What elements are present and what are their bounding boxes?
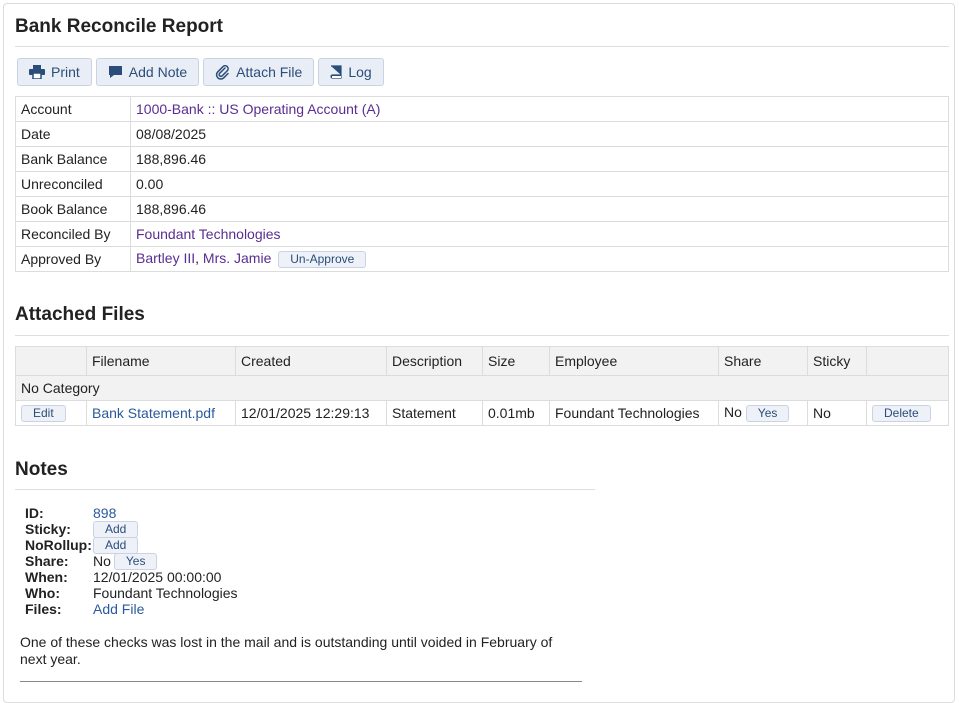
book-balance-row: Book Balance 188,896.46	[15, 196, 949, 222]
category-label: No Category	[15, 375, 949, 401]
bank-balance-value: 188,896.46	[130, 146, 949, 172]
reconcile-details-table: Account 1000-Bank :: US Operating Accoun…	[15, 96, 949, 272]
approver-separator: ,	[195, 250, 203, 267]
unreconciled-value: 0.00	[130, 171, 949, 197]
note-who-row: Who: Foundant Technologies	[25, 585, 238, 601]
note-when-row: When: 12/01/2025 00:00:00	[25, 569, 238, 585]
print-button[interactable]: Print	[17, 58, 92, 86]
note-share-label: Share:	[25, 553, 69, 569]
edit-file-button[interactable]: Edit	[21, 404, 66, 422]
attached-files-title: Attached Files	[15, 304, 145, 325]
note-share-row: Share: No Yes	[25, 552, 238, 570]
note-id-link[interactable]: 898	[93, 505, 116, 521]
file-sticky-value: No	[807, 400, 867, 426]
norollup-add-button[interactable]: Add	[93, 536, 139, 554]
add-note-label: Add Note	[128, 64, 188, 80]
note-id-label: ID:	[25, 505, 44, 521]
date-label: Date	[15, 121, 131, 147]
header-description: Description	[386, 346, 483, 376]
attached-files-divider	[15, 335, 949, 336]
bank-balance-label: Bank Balance	[15, 146, 131, 172]
share-yes-button[interactable]: Yes	[745, 404, 790, 422]
approved-by-row: Approved By Bartley III, Mrs. Jamie Un-A…	[15, 246, 949, 272]
notes-divider	[15, 489, 595, 490]
comment-icon	[108, 65, 123, 79]
print-label: Print	[51, 64, 80, 80]
notes-title: Notes	[15, 459, 68, 480]
sticky-add-button[interactable]: Add	[93, 520, 139, 538]
date-value: 08/08/2025	[130, 121, 949, 147]
add-note-button[interactable]: Add Note	[95, 58, 200, 86]
note-share-value: No	[93, 553, 111, 569]
action-toolbar: Print Add Note Attach File Log	[17, 58, 384, 86]
header-actions	[15, 346, 87, 376]
table-row: Edit Bank Statement.pdf 12/01/2025 12:29…	[15, 400, 949, 426]
attached-files-table: Filename Created Description Size Employ…	[15, 346, 949, 426]
file-created: 12/01/2025 12:29:13	[235, 400, 387, 426]
account-row: Account 1000-Bank :: US Operating Accoun…	[15, 96, 949, 122]
note-who-value: Foundant Technologies	[93, 585, 238, 601]
file-size: 0.01mb	[482, 400, 550, 426]
attach-file-button[interactable]: Attach File	[203, 58, 315, 86]
header-delete	[866, 346, 949, 376]
note-files-row: Files: Add File	[25, 601, 238, 617]
note-when-label: When:	[25, 569, 68, 585]
note-files-label: Files:	[25, 601, 62, 617]
reconciled-by-link[interactable]: Foundant Technologies	[136, 226, 281, 242]
header-created: Created	[235, 346, 387, 376]
note-details: ID: 898 Sticky: Add NoRollup: Add Share:…	[25, 505, 238, 617]
approver-last-name-link[interactable]: Bartley III	[136, 250, 195, 266]
category-row: No Category	[15, 375, 949, 401]
note-norollup-row: NoRollup: Add	[25, 536, 238, 554]
log-label: Log	[348, 64, 372, 80]
files-header-row: Filename Created Description Size Employ…	[15, 346, 949, 376]
header-size: Size	[482, 346, 550, 376]
approver-first-name-link[interactable]: Mrs. Jamie	[203, 250, 271, 266]
account-label: Account	[15, 96, 131, 122]
header-filename: Filename	[86, 346, 236, 376]
book-balance-label: Book Balance	[15, 196, 131, 222]
note-norollup-label: NoRollup:	[25, 537, 92, 553]
date-row: Date 08/08/2025	[15, 121, 949, 147]
note-sticky-label: Sticky:	[25, 521, 71, 537]
file-employee: Foundant Technologies	[549, 400, 719, 426]
note-share-yes-button[interactable]: Yes	[113, 552, 158, 570]
bank-balance-row: Bank Balance 188,896.46	[15, 146, 949, 172]
delete-file-button[interactable]: Delete	[872, 404, 931, 422]
book-balance-value: 188,896.46	[130, 196, 949, 222]
log-button[interactable]: Log	[318, 58, 384, 86]
book-icon	[330, 64, 342, 80]
note-body: One of these checks was lost in the mail…	[20, 634, 553, 667]
file-description: Statement	[386, 400, 483, 426]
unreconciled-row: Unreconciled 0.00	[15, 171, 949, 197]
note-who-label: Who:	[25, 585, 60, 601]
note-separator	[20, 681, 582, 682]
title-divider	[15, 46, 949, 47]
page-title: Bank Reconcile Report	[15, 16, 223, 37]
header-sticky: Sticky	[807, 346, 867, 376]
header-share: Share	[718, 346, 808, 376]
header-employee: Employee	[549, 346, 719, 376]
file-link[interactable]: Bank Statement.pdf	[92, 405, 215, 421]
file-share-value: No	[724, 404, 742, 421]
unreconciled-label: Unreconciled	[15, 171, 131, 197]
reconciled-by-row: Reconciled By Foundant Technologies	[15, 221, 949, 247]
reconciled-by-label: Reconciled By	[15, 221, 131, 247]
printer-icon	[29, 65, 45, 79]
note-sticky-row: Sticky: Add	[25, 520, 238, 538]
add-file-link[interactable]: Add File	[93, 601, 144, 617]
paperclip-icon	[215, 64, 230, 80]
note-when-value: 12/01/2025 00:00:00	[93, 569, 222, 585]
un-approve-button[interactable]: Un-Approve	[278, 250, 367, 268]
attach-file-label: Attach File	[236, 64, 303, 80]
note-id-row: ID: 898	[25, 505, 238, 521]
account-link[interactable]: 1000-Bank :: US Operating Account (A)	[136, 101, 380, 117]
approved-by-label: Approved By	[15, 246, 131, 272]
